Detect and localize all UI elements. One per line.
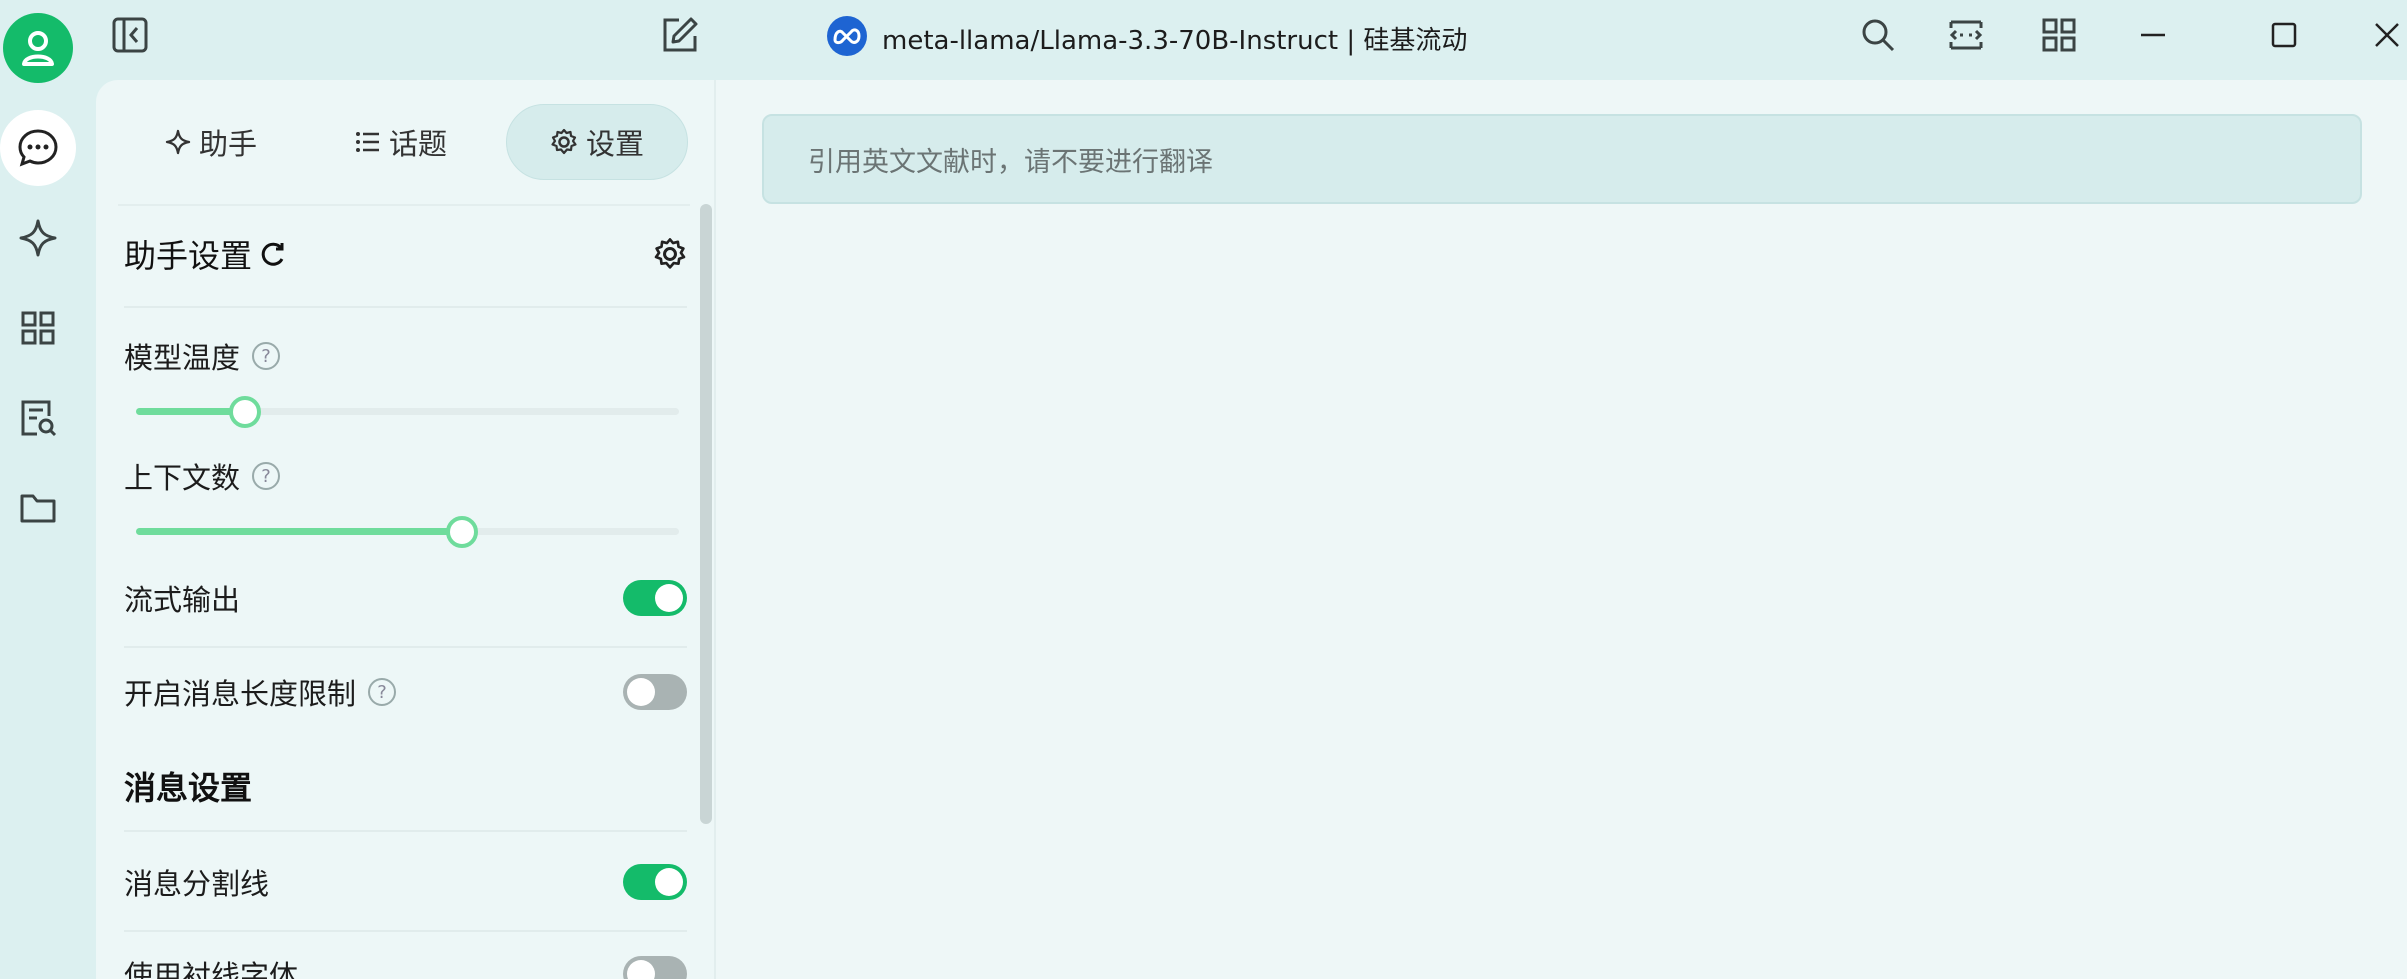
stream-output-toggle[interactable] <box>623 580 687 616</box>
collapse-sidebar-button[interactable] <box>100 10 160 60</box>
stream-output-row: 流式输出 <box>124 570 687 626</box>
serif-font-label: 使用衬线字体 <box>124 959 299 979</box>
grid-icon <box>21 311 55 345</box>
gear-icon <box>551 128 577 155</box>
tab-topics-label: 话题 <box>388 127 447 161</box>
search-icon <box>1862 19 1895 52</box>
divider <box>124 830 687 832</box>
length-limit-label: 开启消息长度限制 <box>124 677 357 711</box>
rail-knowledge-button[interactable] <box>0 380 76 456</box>
divider <box>124 306 687 308</box>
slider-thumb[interactable] <box>445 516 478 548</box>
gear-icon[interactable] <box>653 237 687 271</box>
message-divider-row: 消息分割线 <box>124 854 687 910</box>
doc-search-icon <box>21 400 57 437</box>
rail-chat-button[interactable] <box>0 110 76 186</box>
length-limit-toggle[interactable] <box>623 674 687 710</box>
tab-assistant-label: 助手 <box>198 127 257 161</box>
temperature-slider[interactable] <box>136 393 679 429</box>
chat-main-area: 引用英文文献时，请不要进行翻译 <box>714 80 2407 979</box>
tab-assistant[interactable]: 助手 <box>136 104 286 180</box>
settings-panel: 助手 话题 设置 助手设置 模型温度 ? 上下文数 ? 流式输出 开启消息长度限… <box>96 80 714 979</box>
sparkle-icon <box>165 129 191 155</box>
minimize-icon <box>2141 33 2165 37</box>
search-button[interactable] <box>1848 10 1908 60</box>
minimize-button[interactable] <box>2123 10 2183 60</box>
meta-logo-icon <box>833 28 861 45</box>
model-title[interactable]: meta-llama/Llama-3.3-70B-Instruct | 硅基流动 <box>882 20 1467 57</box>
slider-thumb[interactable] <box>228 396 261 428</box>
title-bar: meta-llama/Llama-3.3-70B-Instruct | 硅基流动 <box>76 0 2407 80</box>
serif-font-row: 使用衬线字体 <box>124 946 687 979</box>
edit-icon <box>663 17 698 52</box>
serif-font-toggle[interactable] <box>623 956 687 979</box>
new-chat-button[interactable] <box>650 10 710 60</box>
folder-icon <box>20 494 56 523</box>
chat-icon <box>18 129 58 167</box>
help-icon[interactable]: ? <box>252 462 281 490</box>
context-slider[interactable] <box>136 513 679 549</box>
help-icon[interactable]: ? <box>368 678 397 706</box>
tabs-divider <box>118 204 690 206</box>
grid-icon <box>2042 18 2076 52</box>
system-prompt-text: 引用英文文献时，请不要进行翻译 <box>808 146 1213 178</box>
close-button[interactable] <box>2357 10 2407 60</box>
message-divider-label: 消息分割线 <box>124 867 270 901</box>
context-label: 上下文数 <box>124 461 241 495</box>
message-settings-title: 消息设置 <box>124 769 253 807</box>
user-icon <box>22 31 54 66</box>
narrow-mode-button[interactable] <box>1936 10 1996 60</box>
reset-icon[interactable] <box>260 240 286 268</box>
layout-button[interactable] <box>2029 10 2089 60</box>
sparkle-icon <box>19 219 57 257</box>
maximize-button[interactable] <box>2254 10 2314 60</box>
rail-assistant-button[interactable] <box>0 200 76 276</box>
tab-settings[interactable]: 设置 <box>506 104 688 180</box>
temperature-row: 模型温度 ? <box>124 330 687 382</box>
divider <box>124 646 687 648</box>
tab-topics[interactable]: 话题 <box>326 104 476 180</box>
context-row: 上下文数 ? <box>124 450 687 502</box>
rail-apps-button[interactable] <box>0 290 76 366</box>
help-icon[interactable]: ? <box>252 342 281 370</box>
tab-settings-label: 设置 <box>585 127 644 161</box>
maximize-icon <box>2271 22 2297 48</box>
sidebar-collapse-icon <box>112 17 148 53</box>
message-settings-header: 消息设置 <box>124 758 687 814</box>
list-icon <box>355 132 379 152</box>
left-rail <box>0 0 76 979</box>
user-avatar[interactable] <box>3 13 73 83</box>
message-divider-toggle[interactable] <box>623 864 687 900</box>
assistant-settings-title: 助手设置 <box>124 237 253 275</box>
rail-files-button[interactable] <box>0 470 76 546</box>
panel-scrollbar[interactable] <box>700 204 712 824</box>
slider-fill <box>136 528 462 535</box>
system-prompt-card[interactable]: 引用英文文献时，请不要进行翻译 <box>762 114 2362 204</box>
assistant-settings-header: 助手设置 <box>124 228 687 280</box>
stream-output-label: 流式输出 <box>124 583 241 617</box>
divider <box>124 930 687 932</box>
model-logo <box>827 16 867 56</box>
width-toggle-icon <box>1949 20 1983 50</box>
panel-tabs: 助手 话题 设置 <box>96 80 714 204</box>
close-icon <box>2375 23 2399 47</box>
length-limit-row: 开启消息长度限制 ? <box>124 664 687 720</box>
temperature-label: 模型温度 <box>124 341 241 375</box>
